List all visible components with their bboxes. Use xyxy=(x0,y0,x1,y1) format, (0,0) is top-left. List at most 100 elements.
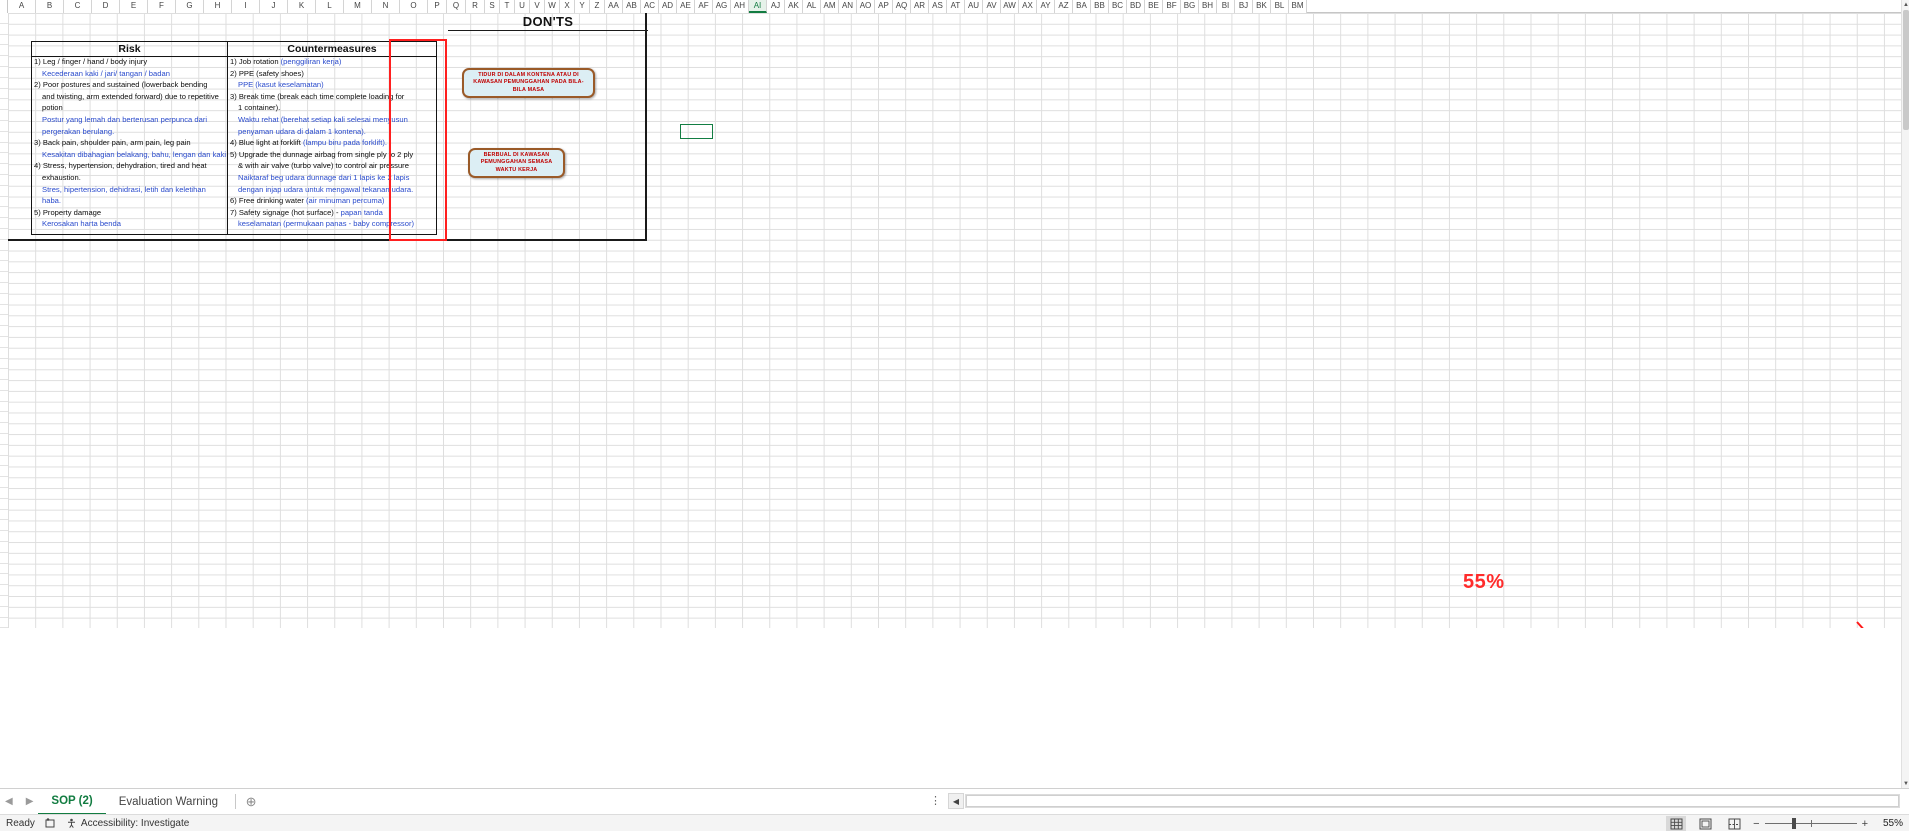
row-header-4[interactable] xyxy=(0,45,8,57)
column-header-bh[interactable]: BH xyxy=(1199,0,1217,13)
row-header-13[interactable] xyxy=(0,142,8,154)
column-header-bg[interactable]: BG xyxy=(1181,0,1199,13)
row-header-26[interactable] xyxy=(0,282,8,294)
row-header-25[interactable] xyxy=(0,272,8,283)
column-header-i[interactable]: I xyxy=(232,0,260,13)
horizontal-scroll-thumb[interactable] xyxy=(966,795,1899,807)
column-header-af[interactable]: AF xyxy=(695,0,713,13)
column-header-bf[interactable]: BF xyxy=(1163,0,1181,13)
row-header-27[interactable] xyxy=(0,293,8,305)
row-header-20[interactable] xyxy=(0,218,8,229)
column-header-aq[interactable]: AQ xyxy=(893,0,911,13)
column-header-as[interactable]: AS xyxy=(929,0,947,13)
column-header-p[interactable]: P xyxy=(428,0,447,13)
row-header-22[interactable] xyxy=(0,239,8,251)
column-header-h[interactable]: H xyxy=(204,0,232,13)
scroll-down-arrow[interactable]: ▼ xyxy=(1902,779,1909,788)
column-header-bb[interactable]: BB xyxy=(1091,0,1109,13)
row-header-21[interactable] xyxy=(0,228,8,240)
column-header-az[interactable]: AZ xyxy=(1055,0,1073,13)
row-header-48[interactable] xyxy=(0,520,8,532)
record-macro-icon[interactable] xyxy=(45,817,56,829)
row-header-49[interactable] xyxy=(0,531,8,543)
sheet-tab-sop-2[interactable]: SOP (2) xyxy=(38,789,106,815)
row-header-40[interactable] xyxy=(0,434,8,445)
column-header-ba[interactable]: BA xyxy=(1073,0,1091,13)
zoom-track[interactable] xyxy=(1764,818,1857,829)
column-header-u[interactable]: U xyxy=(515,0,530,13)
column-header-q[interactable]: Q xyxy=(447,0,466,13)
column-header-t[interactable]: T xyxy=(500,0,515,13)
column-header-ap[interactable]: AP xyxy=(875,0,893,13)
row-header-29[interactable] xyxy=(0,315,8,327)
vertical-scroll-thumb[interactable] xyxy=(1903,10,1909,130)
zoom-thumb[interactable] xyxy=(1792,818,1797,829)
row-header-43[interactable] xyxy=(0,466,8,478)
page-break-view-button[interactable] xyxy=(1724,816,1744,831)
zoom-level-label[interactable]: 55% xyxy=(1877,818,1903,829)
prev-sheet-icon[interactable]: ◀ xyxy=(5,796,13,807)
next-sheet-icon[interactable]: ▶ xyxy=(26,796,34,807)
column-header-e[interactable]: E xyxy=(120,0,148,13)
row-header-34[interactable] xyxy=(0,369,8,381)
row-header-1[interactable] xyxy=(0,13,8,24)
column-header-bm[interactable]: BM xyxy=(1289,0,1307,13)
column-header-bc[interactable]: BC xyxy=(1109,0,1127,13)
row-header-15[interactable] xyxy=(0,164,8,175)
horizontal-scroll-track[interactable] xyxy=(965,794,1900,808)
row-header-11[interactable] xyxy=(0,120,8,132)
active-cell-marker[interactable] xyxy=(680,124,713,139)
row-header-35[interactable] xyxy=(0,380,8,391)
row-header-5[interactable] xyxy=(0,56,8,67)
row-header-16[interactable] xyxy=(0,174,8,186)
column-header-y[interactable]: Y xyxy=(575,0,590,13)
zoom-slider[interactable]: − + xyxy=(1753,818,1868,830)
column-header-n[interactable]: N xyxy=(372,0,400,13)
column-header-r[interactable]: R xyxy=(466,0,485,13)
column-header-a[interactable]: A xyxy=(8,0,36,13)
spreadsheet-grid[interactable]: DON'TS Risk Countermeasures 1) Leg / fin… xyxy=(8,13,1909,628)
row-header-8[interactable] xyxy=(0,88,8,100)
row-header-51[interactable] xyxy=(0,552,8,564)
column-header-ay[interactable]: AY xyxy=(1037,0,1055,13)
column-header-au[interactable]: AU xyxy=(965,0,983,13)
row-header-56[interactable] xyxy=(0,606,8,618)
column-header-o[interactable]: O xyxy=(400,0,428,13)
column-header-bj[interactable]: BJ xyxy=(1235,0,1253,13)
row-header-50[interactable] xyxy=(0,542,8,553)
row-header-30[interactable] xyxy=(0,326,8,337)
row-header-41[interactable] xyxy=(0,444,8,456)
row-header-47[interactable] xyxy=(0,509,8,521)
column-header-ao[interactable]: AO xyxy=(857,0,875,13)
column-header-ae[interactable]: AE xyxy=(677,0,695,13)
row-header-10[interactable] xyxy=(0,110,8,121)
row-header-14[interactable] xyxy=(0,153,8,165)
zoom-out-button[interactable]: − xyxy=(1753,818,1759,830)
column-header-s[interactable]: S xyxy=(485,0,500,13)
column-header-bi[interactable]: BI xyxy=(1217,0,1235,13)
row-header-55[interactable] xyxy=(0,596,8,607)
column-header-aw[interactable]: AW xyxy=(1001,0,1019,13)
horizontal-scrollbar[interactable]: ◀ xyxy=(948,790,1901,812)
column-header-k[interactable]: K xyxy=(288,0,316,13)
add-sheet-icon[interactable]: ⊕ xyxy=(240,791,262,813)
select-all-corner[interactable] xyxy=(0,0,8,13)
row-header-37[interactable] xyxy=(0,401,8,413)
column-header-aa[interactable]: AA xyxy=(605,0,623,13)
column-header-ag[interactable]: AG xyxy=(713,0,731,13)
row-header-36[interactable] xyxy=(0,390,8,402)
row-header-18[interactable] xyxy=(0,196,8,208)
row-header-31[interactable] xyxy=(0,336,8,348)
row-header-7[interactable] xyxy=(0,77,8,89)
column-header-b[interactable]: B xyxy=(36,0,64,13)
column-header-ax[interactable]: AX xyxy=(1019,0,1037,13)
zoom-in-button[interactable]: + xyxy=(1862,818,1868,830)
column-header-be[interactable]: BE xyxy=(1145,0,1163,13)
column-header-m[interactable]: M xyxy=(344,0,372,13)
row-header-32[interactable] xyxy=(0,347,8,359)
page-layout-view-button[interactable] xyxy=(1695,816,1715,831)
column-header-bl[interactable]: BL xyxy=(1271,0,1289,13)
row-header-42[interactable] xyxy=(0,455,8,467)
column-header-bk[interactable]: BK xyxy=(1253,0,1271,13)
column-header-w[interactable]: W xyxy=(545,0,560,13)
